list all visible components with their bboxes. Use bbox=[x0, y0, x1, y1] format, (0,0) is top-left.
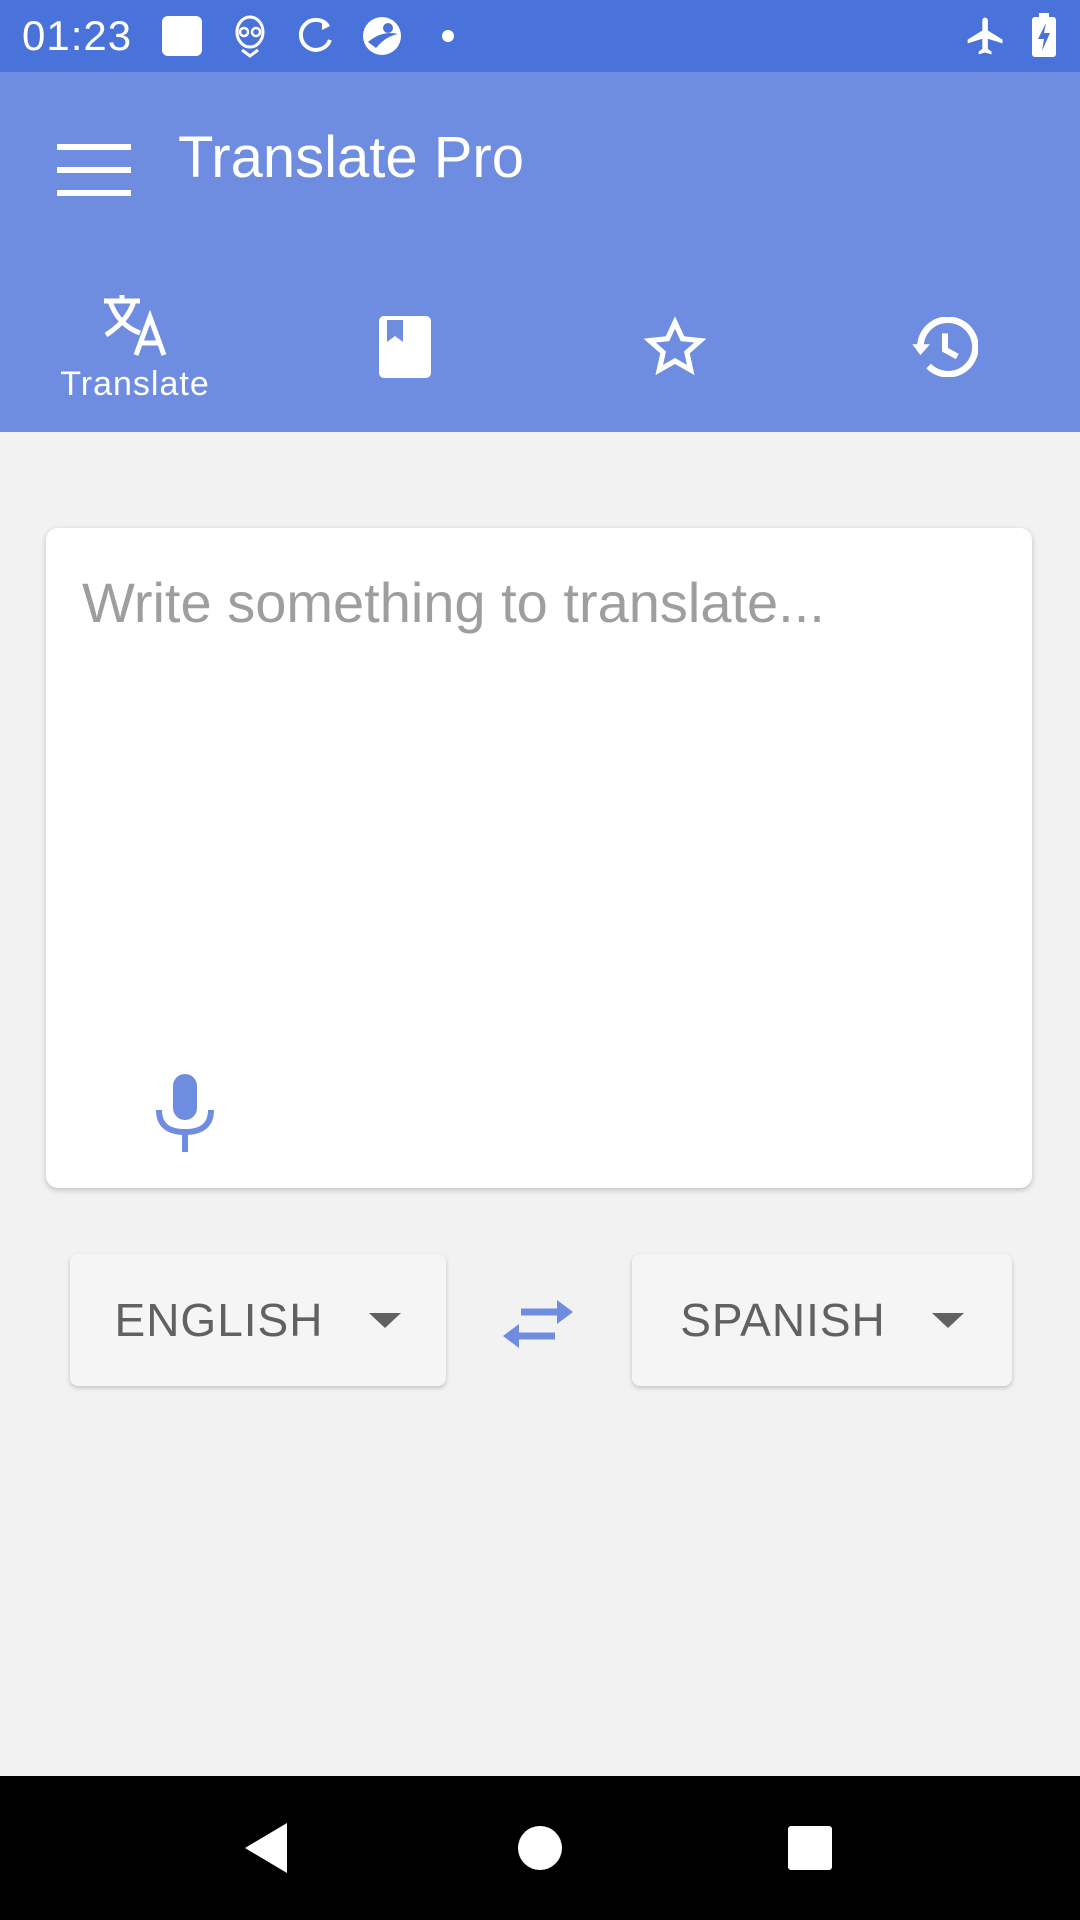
recents-icon bbox=[788, 1826, 832, 1870]
chevron-down-icon bbox=[369, 1312, 402, 1328]
recents-button[interactable] bbox=[760, 1798, 860, 1898]
back-button[interactable] bbox=[216, 1798, 316, 1898]
swap-arrows-icon bbox=[503, 1300, 573, 1348]
hamburger-menu-icon bbox=[57, 144, 131, 196]
notification-square-icon bbox=[160, 14, 204, 58]
browser-icon bbox=[360, 14, 404, 58]
translate-icon bbox=[104, 294, 167, 356]
target-language-dropdown[interactable]: SPANISH bbox=[632, 1254, 1012, 1386]
translation-input-card bbox=[46, 528, 1032, 1188]
swap-languages-button[interactable] bbox=[490, 1276, 586, 1372]
source-language-dropdown[interactable]: ENGLISH bbox=[70, 1254, 446, 1386]
microphone-button[interactable] bbox=[130, 1058, 240, 1168]
home-icon bbox=[518, 1826, 562, 1870]
back-icon bbox=[245, 1823, 287, 1873]
system-nav-bar bbox=[0, 1776, 1080, 1920]
chevron-down-icon bbox=[931, 1312, 964, 1328]
source-language-label: ENGLISH bbox=[114, 1294, 324, 1346]
home-button[interactable] bbox=[490, 1798, 590, 1898]
tab-translate[interactable]: Translate bbox=[0, 262, 270, 432]
alien-icon bbox=[232, 14, 268, 58]
translation-input[interactable] bbox=[82, 570, 1002, 1010]
tab-favorites[interactable] bbox=[540, 262, 810, 432]
airplane-mode-icon bbox=[964, 14, 1008, 58]
dot-icon bbox=[440, 14, 456, 58]
menu-button[interactable] bbox=[44, 120, 144, 220]
status-time: 01:23 bbox=[22, 12, 133, 59]
sync-icon bbox=[294, 14, 338, 58]
tab-dictionary[interactable] bbox=[270, 262, 540, 432]
status-bar: 01:23 bbox=[0, 0, 1080, 72]
tab-translate-label: Translate bbox=[60, 364, 210, 403]
battery-charging-icon bbox=[1030, 13, 1058, 58]
target-language-label: SPANISH bbox=[680, 1294, 886, 1346]
app-title: Translate Pro bbox=[178, 125, 524, 190]
star-outline-icon bbox=[643, 316, 707, 376]
microphone-icon bbox=[156, 1074, 214, 1152]
book-icon bbox=[379, 316, 431, 378]
tab-bar: Translate bbox=[0, 262, 1080, 432]
history-icon bbox=[912, 317, 978, 377]
tab-history[interactable] bbox=[810, 262, 1080, 432]
app-bar: Translate Pro Translate bbox=[0, 72, 1080, 432]
